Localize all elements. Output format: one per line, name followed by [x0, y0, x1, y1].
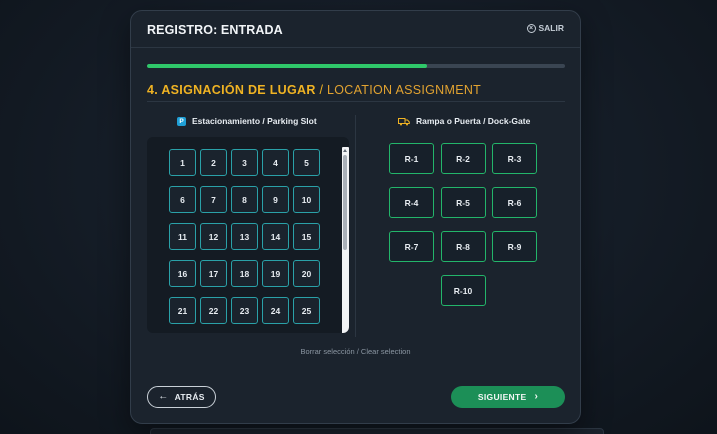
parking-slot-panel: 1 2 3 4 5 6 7 8 9 10 11 12 13 14 15 16 17 18 19 20 21 22 23 24 2… [147, 137, 349, 333]
scroll-up-icon[interactable] [343, 149, 347, 152]
parking-slot[interactable]: 1 [169, 149, 196, 176]
parking-slot-grid: 1 2 3 4 5 6 7 8 9 10 11 12 13 14 15 16 17 18 19 20 21 22 23 24 2… [169, 149, 329, 324]
parking-slot[interactable]: 10 [293, 186, 320, 213]
dock-section-header: Rampa o Puerta / Dock-Gate [398, 116, 530, 126]
dock-gate[interactable]: R-2 [440, 143, 486, 174]
parking-slot[interactable]: 4 [262, 149, 289, 176]
dock-gate[interactable]: R-5 [440, 187, 486, 218]
dock-gate[interactable]: R-3 [492, 143, 537, 174]
step-title-separator: / [319, 83, 324, 97]
dock-gate[interactable]: R-6 [492, 187, 537, 218]
parking-slot[interactable]: 11 [169, 223, 196, 250]
close-icon: × [526, 23, 536, 33]
modal-header: REGISTRO: ENTRADA × SALIR [131, 11, 580, 48]
parking-slot[interactable]: 5 [293, 149, 320, 176]
parking-slot[interactable]: 2 [200, 149, 227, 176]
dock-gate-grid: R-1 R-2 R-3 R-4 R-5 R-6 R-7 R-8 R-9 R-10 [389, 143, 539, 309]
dock-gate[interactable]: R-9 [492, 231, 537, 262]
dock-gate[interactable]: R-10 [440, 275, 486, 306]
parking-slot[interactable]: 9 [262, 186, 289, 213]
next-button[interactable]: SIGUIENTE › [451, 386, 565, 408]
step-title-en: LOCATION ASSIGNMENT [327, 83, 482, 97]
back-button-label: ATRÁS [174, 392, 205, 402]
parking-slot[interactable]: 25 [293, 297, 320, 324]
scroll-thumb[interactable] [343, 155, 347, 250]
parking-slot[interactable]: 18 [231, 260, 258, 287]
dock-gate[interactable]: R-1 [389, 143, 434, 174]
parking-slot[interactable]: 13 [231, 223, 258, 250]
divider [147, 101, 565, 102]
modal-title: REGISTRO: ENTRADA [147, 23, 283, 37]
clear-selection-link[interactable]: Borrar selección / Clear selection [131, 347, 580, 356]
close-button[interactable]: × SALIR [526, 23, 565, 33]
parking-slot[interactable]: 3 [231, 149, 258, 176]
parking-slot[interactable]: 6 [169, 186, 196, 213]
background-card [150, 428, 604, 434]
parking-slot[interactable]: 7 [200, 186, 227, 213]
progress-fill [147, 64, 428, 68]
parking-slot[interactable]: 15 [293, 223, 320, 250]
step-title-es: 4. ASIGNACIÓN DE LUGAR [147, 83, 316, 97]
parking-slot[interactable]: 8 [231, 186, 258, 213]
chevron-right-icon: › [534, 391, 539, 402]
parking-section-header: P Estacionamiento / Parking Slot [177, 116, 317, 126]
dock-gate[interactable]: R-7 [389, 231, 434, 262]
parking-slot[interactable]: 16 [169, 260, 196, 287]
slot-scrollbar[interactable] [342, 147, 349, 333]
next-button-label: SIGUIENTE [477, 392, 527, 402]
parking-slot[interactable]: 17 [200, 260, 227, 287]
dock-gate[interactable]: R-8 [440, 231, 486, 262]
parking-slot[interactable]: 20 [293, 260, 320, 287]
back-button[interactable]: ← ATRÁS [147, 386, 216, 408]
parking-slot[interactable]: 12 [200, 223, 227, 250]
parking-slot[interactable]: 24 [262, 297, 289, 324]
parking-icon: P [177, 116, 186, 126]
truck-icon [398, 117, 410, 125]
parking-slot[interactable]: 14 [262, 223, 289, 250]
parking-slot[interactable]: 21 [169, 297, 196, 324]
dock-section-label: Rampa o Puerta / Dock-Gate [416, 116, 531, 126]
parking-slot[interactable]: 22 [200, 297, 227, 324]
parking-slot[interactable]: 19 [262, 260, 289, 287]
section-divider [355, 115, 356, 337]
arrow-left-icon: ← [158, 391, 169, 402]
registration-modal: REGISTRO: ENTRADA × SALIR 4. ASIGNACIÓN … [130, 10, 581, 424]
progress-bar [147, 64, 565, 68]
dock-gate[interactable]: R-4 [389, 187, 434, 218]
close-label: SALIR [538, 23, 565, 33]
parking-slot[interactable]: 23 [231, 297, 258, 324]
step-title: 4. ASIGNACIÓN DE LUGAR / LOCATION ASSIGN… [147, 83, 481, 97]
parking-section-label: Estacionamiento / Parking Slot [192, 116, 317, 126]
